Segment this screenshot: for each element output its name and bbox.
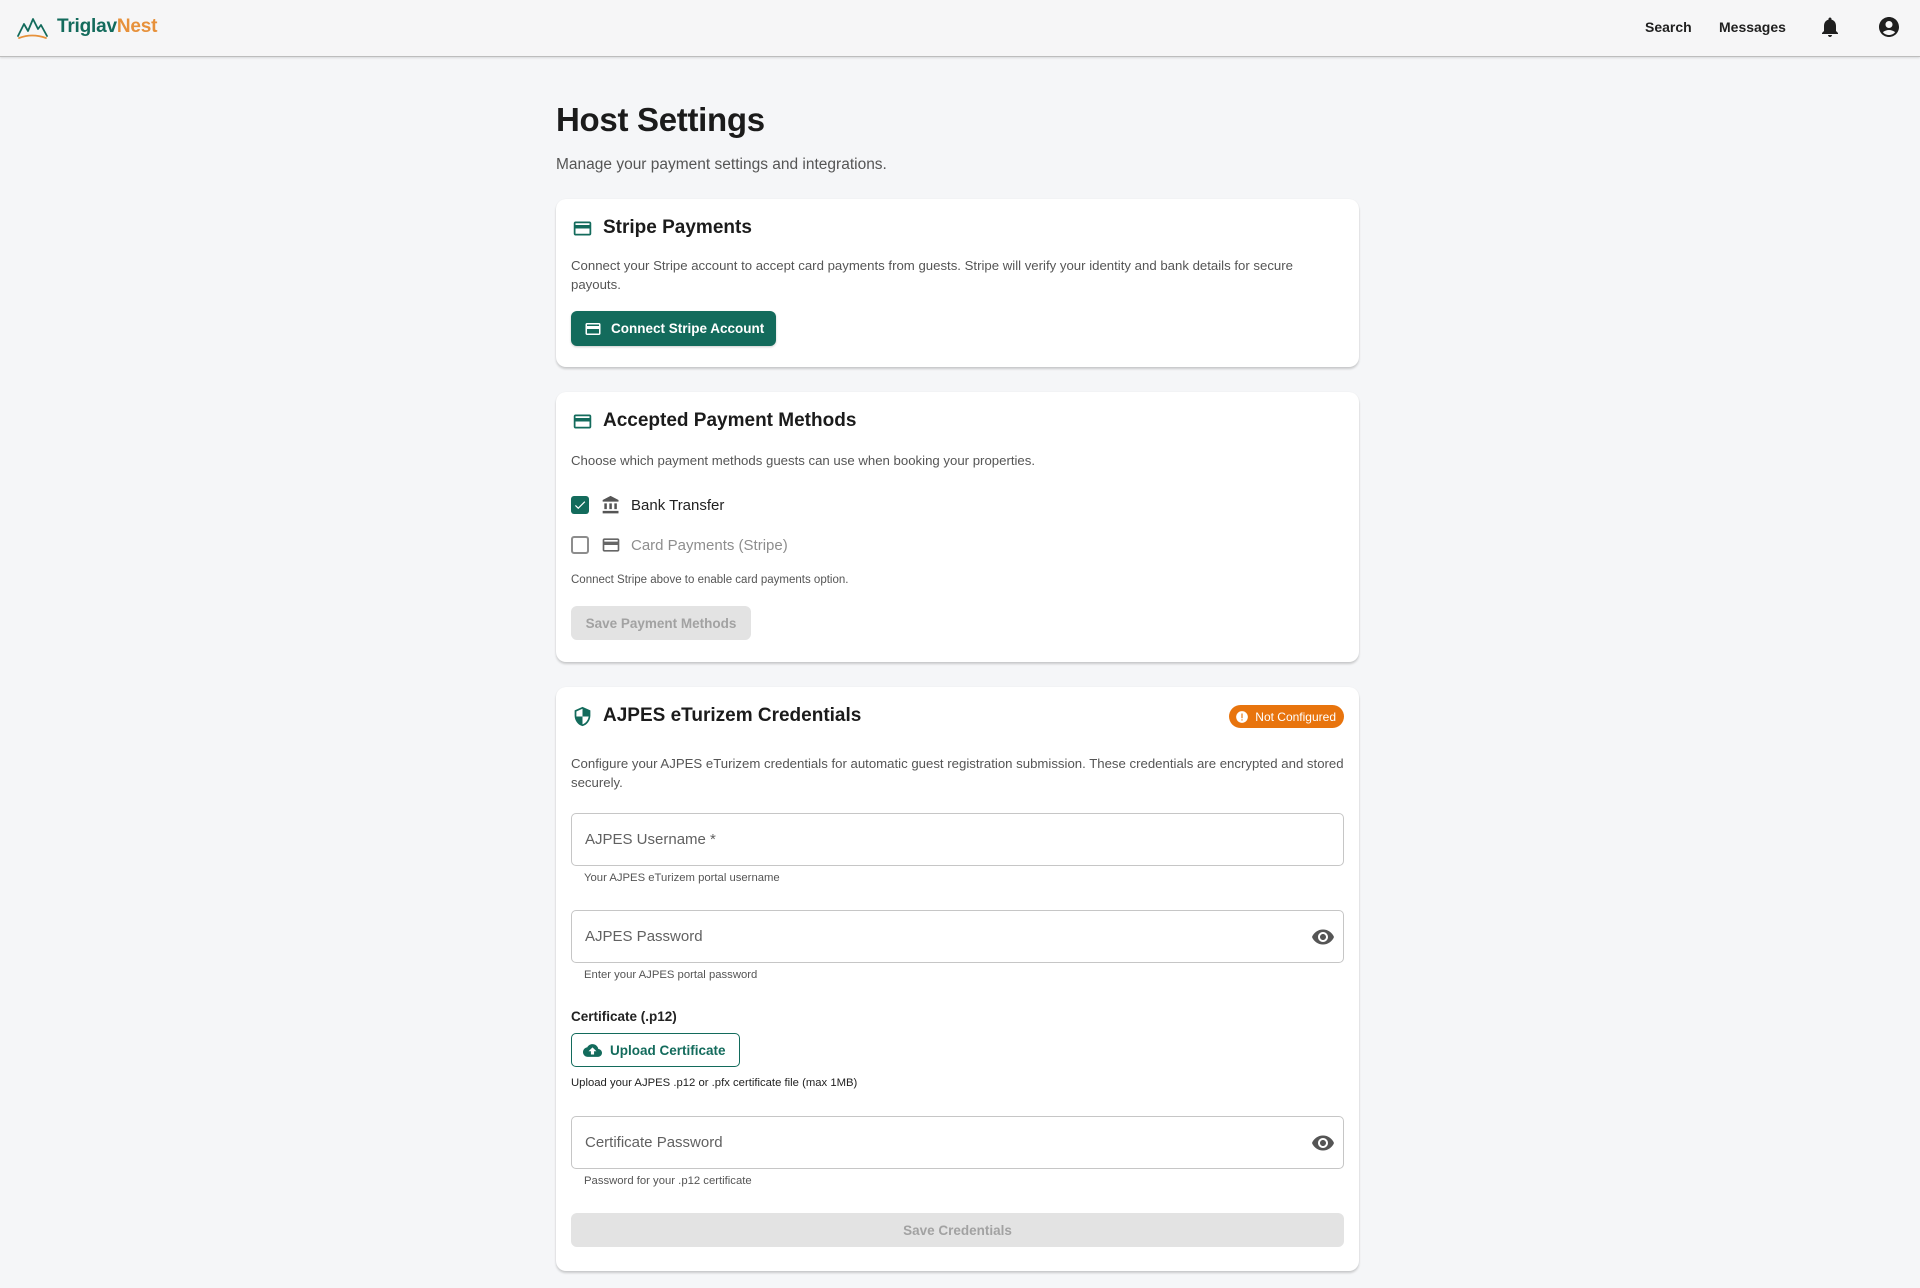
card-description: Configure your AJPES eTurizem credential… xyxy=(571,756,1344,790)
card-title: AJPES eTurizem Credentials xyxy=(603,705,862,726)
card-title: Accepted Payment Methods xyxy=(603,410,857,431)
shield-icon xyxy=(574,706,591,726)
payment-option-bank-transfer[interactable]: Bank Transfer xyxy=(571,495,724,515)
field-label: AJPES Password xyxy=(585,928,703,945)
account-circle-icon[interactable] xyxy=(1877,15,1901,39)
top-app-bar: TriglavNest Search Messages xyxy=(0,0,1920,57)
mountain-logo-icon xyxy=(17,18,48,39)
card-description: Choose which payment methods guests can … xyxy=(571,453,1036,468)
connect-stripe-label: Connect Stripe Account xyxy=(611,321,765,336)
ajpes-username-field[interactable]: AJPES Username * xyxy=(571,813,1344,866)
bank-transfer-checkbox[interactable] xyxy=(571,496,589,514)
bell-icon[interactable] xyxy=(1818,15,1842,39)
nav-messages-link[interactable]: Messages xyxy=(1719,19,1786,35)
save-credentials-button[interactable]: Save Credentials xyxy=(571,1213,1344,1247)
brand-name: TriglavNest xyxy=(57,16,157,38)
card-title: Stripe Payments xyxy=(603,217,752,238)
card-header: AJPES eTurizem Credentials xyxy=(572,705,861,727)
check-icon xyxy=(574,501,586,510)
credit-card-icon xyxy=(585,322,601,335)
certificate-helper-text: Upload your AJPES .p12 or .pfx certifica… xyxy=(571,1077,858,1089)
card-payments-checkbox[interactable] xyxy=(571,536,589,554)
ajpes-credentials-card: AJPES eTurizem Credentials Not Configure… xyxy=(556,687,1359,1271)
card-header: Accepted Payment Methods xyxy=(572,410,856,432)
field-helper-text: Your AJPES eTurizem portal username xyxy=(584,872,780,884)
ajpes-password-field[interactable]: AJPES Password xyxy=(571,910,1344,963)
certificate-label: Certificate (.p12) xyxy=(571,1009,677,1024)
brand-name-part1: Triglav xyxy=(57,16,117,37)
visibility-icon[interactable] xyxy=(1311,1131,1335,1155)
payment-option-label: Bank Transfer xyxy=(631,496,725,514)
cloud-upload-icon xyxy=(583,1043,602,1057)
bank-icon xyxy=(602,495,619,514)
card-description: Connect your Stripe account to accept ca… xyxy=(571,258,1293,292)
save-payment-methods-button[interactable]: Save Payment Methods xyxy=(571,606,751,640)
page-subtitle: Manage your payment settings and integra… xyxy=(556,156,887,173)
field-helper-text: Password for your .p12 certificate xyxy=(584,1175,752,1187)
nav-search-link[interactable]: Search xyxy=(1645,19,1692,35)
payment-option-card-stripe[interactable]: Card Payments (Stripe) xyxy=(571,535,788,555)
field-label: Certificate Password xyxy=(585,1134,723,1151)
certificate-password-field[interactable]: Certificate Password xyxy=(571,1116,1344,1169)
brand[interactable]: TriglavNest xyxy=(17,14,157,40)
page-title: Host Settings xyxy=(556,101,765,138)
credit-card-icon xyxy=(573,414,592,428)
card-header: Stripe Payments xyxy=(572,217,752,239)
credit-card-icon xyxy=(602,538,620,552)
connect-stripe-button[interactable]: Connect Stripe Account xyxy=(571,311,776,346)
stripe-payments-card: Stripe Payments Connect your Stripe acco… xyxy=(556,199,1359,367)
error-icon xyxy=(1236,710,1249,723)
brand-name-part2: Nest xyxy=(116,16,158,37)
upload-certificate-button[interactable]: Upload Certificate xyxy=(571,1033,740,1067)
payment-option-label: Card Payments (Stripe) xyxy=(631,536,788,554)
upload-certificate-label: Upload Certificate xyxy=(610,1042,726,1058)
field-label: AJPES Username * xyxy=(585,831,716,848)
status-badge-label: Not Configured xyxy=(1255,709,1336,724)
payment-methods-card: Accepted Payment Methods Choose which pa… xyxy=(556,392,1359,662)
status-badge: Not Configured xyxy=(1229,705,1344,728)
stripe-required-hint: Connect Stripe above to enable card paym… xyxy=(571,574,849,586)
visibility-icon[interactable] xyxy=(1311,925,1335,949)
field-helper-text: Enter your AJPES portal password xyxy=(584,969,758,981)
credit-card-icon xyxy=(573,221,592,235)
